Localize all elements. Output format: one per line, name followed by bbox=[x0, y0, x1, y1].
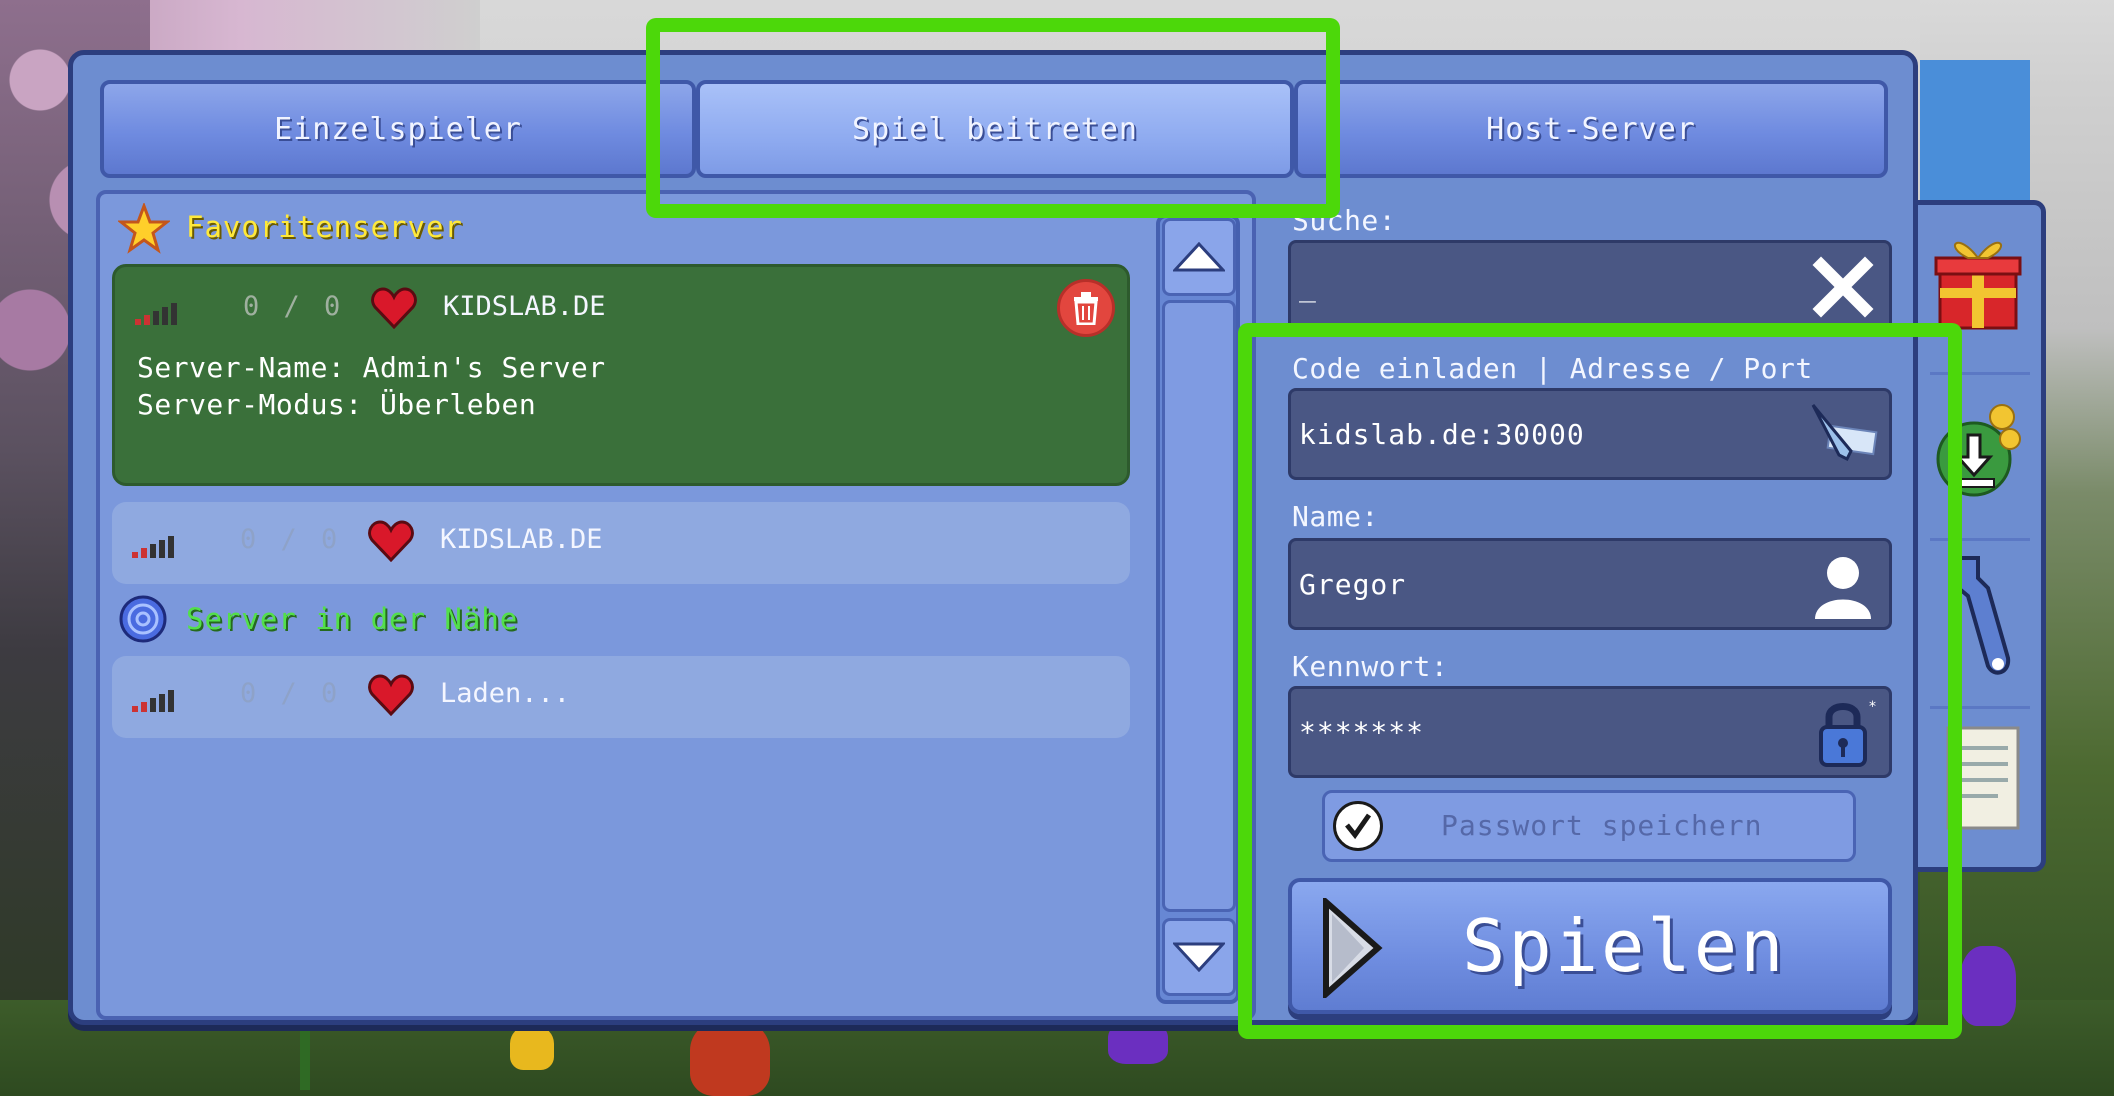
heart-icon bbox=[371, 287, 417, 329]
password-label: Kennwort: bbox=[1292, 650, 1449, 683]
server-name: KIDSLAB.DE bbox=[440, 524, 603, 555]
yellow-flower bbox=[510, 1026, 554, 1070]
tab-label: Host-Server bbox=[1486, 111, 1696, 147]
password-value: ******* bbox=[1299, 715, 1425, 749]
clear-icon[interactable] bbox=[1807, 251, 1879, 323]
server-row-selected[interactable]: 0 / 0 KIDSLAB.DE Server-Name: Admin's Se… bbox=[112, 264, 1130, 486]
purple-flower bbox=[1108, 1020, 1168, 1064]
search-value: _ bbox=[1299, 269, 1317, 303]
checkbox[interactable] bbox=[1333, 801, 1383, 851]
server-detail-name: Server-Name: Admin's Server bbox=[137, 351, 606, 384]
flower-stem bbox=[300, 1030, 310, 1090]
side-divider bbox=[1930, 538, 2030, 541]
tab-label: Einzelspieler bbox=[274, 111, 522, 147]
svg-text:*: * bbox=[1869, 699, 1877, 715]
save-password-toggle[interactable]: Passwort speichern bbox=[1322, 790, 1856, 862]
search-input[interactable]: _ bbox=[1288, 240, 1892, 332]
nearby-title: Server in der Nähe bbox=[186, 602, 519, 636]
player-count: 0 / 0 bbox=[243, 291, 345, 322]
radar-icon bbox=[119, 595, 167, 643]
checkmark-icon bbox=[1345, 813, 1372, 840]
edit-code-icon bbox=[1811, 404, 1878, 462]
name-label: Name: bbox=[1292, 500, 1379, 533]
scrollbar-thumb[interactable] bbox=[1162, 300, 1236, 912]
server-name: KIDSLAB.DE bbox=[443, 291, 606, 322]
address-value: kidslab.de:30000 bbox=[1299, 417, 1585, 451]
red-flower bbox=[690, 1020, 770, 1096]
arrow-down-icon bbox=[1173, 942, 1225, 972]
tab-host-server[interactable]: Host-Server bbox=[1294, 80, 1888, 178]
purple-flower-right bbox=[1960, 946, 2016, 1026]
play-button[interactable]: Spielen bbox=[1288, 878, 1892, 1014]
play-icon bbox=[1323, 898, 1383, 998]
address-label: Code einladen | Adresse / Port bbox=[1292, 352, 1813, 385]
wrench-icon[interactable] bbox=[1928, 548, 2028, 675]
tab-spiel-beitreten[interactable]: Spiel beitreten bbox=[696, 80, 1294, 178]
download-coins-icon[interactable] bbox=[1928, 395, 2028, 505]
lock-icon: * bbox=[1819, 699, 1877, 767]
name-input[interactable]: Gregor bbox=[1288, 538, 1892, 630]
scroll-up-button[interactable] bbox=[1162, 218, 1236, 296]
gift-icon[interactable] bbox=[1928, 226, 2028, 336]
address-input[interactable]: kidslab.de:30000 bbox=[1288, 388, 1892, 480]
play-label: Spielen bbox=[1462, 904, 1787, 988]
server-name: Laden... bbox=[440, 678, 571, 709]
server-row[interactable]: 0 / 0 KIDSLAB.DE bbox=[112, 502, 1130, 584]
player-count: 0 / 0 bbox=[240, 524, 342, 555]
star-icon bbox=[118, 203, 170, 254]
server-detail-mode: Server-Modus: Überleben bbox=[137, 388, 537, 421]
delete-favorite-button[interactable] bbox=[1057, 279, 1115, 337]
name-value: Gregor bbox=[1299, 567, 1407, 601]
server-row-nearby[interactable]: 0 / 0 Laden... bbox=[112, 656, 1130, 738]
trash-icon bbox=[1074, 292, 1098, 325]
scroll-down-button[interactable] bbox=[1162, 918, 1236, 996]
notes-icon[interactable] bbox=[1928, 722, 2028, 832]
player-count: 0 / 0 bbox=[240, 678, 342, 709]
signal-icon bbox=[132, 690, 174, 712]
user-icon bbox=[1815, 557, 1871, 619]
tab-einzelspieler[interactable]: Einzelspieler bbox=[100, 80, 696, 178]
favorites-title: Favoritenserver bbox=[186, 210, 463, 244]
password-input[interactable]: ******* * bbox=[1288, 686, 1892, 778]
save-password-label: Passwort speichern bbox=[1441, 809, 1763, 842]
heart-icon bbox=[368, 674, 414, 716]
signal-icon bbox=[135, 303, 177, 325]
signal-icon bbox=[132, 536, 174, 558]
arrow-up-icon bbox=[1173, 242, 1225, 272]
search-label: Suche: bbox=[1292, 204, 1397, 237]
blue-block bbox=[1920, 60, 2030, 200]
tab-label: Spiel beitreten bbox=[852, 111, 1138, 147]
side-divider bbox=[1930, 706, 2030, 709]
side-divider bbox=[1930, 372, 2030, 375]
heart-icon bbox=[368, 520, 414, 562]
